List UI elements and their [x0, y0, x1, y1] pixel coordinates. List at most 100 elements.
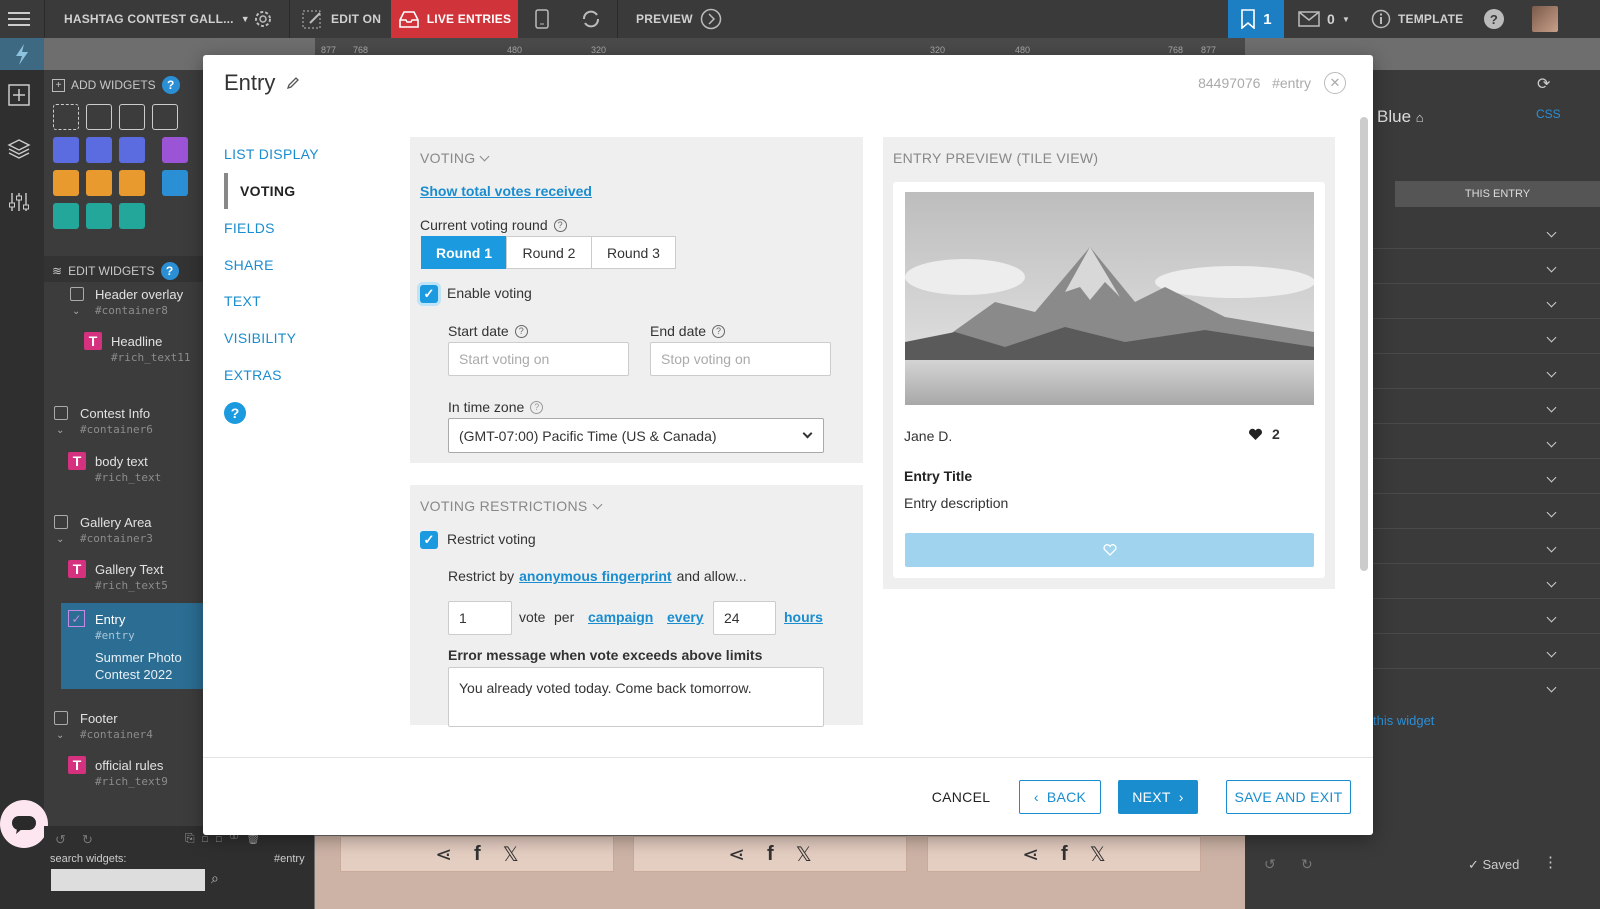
- tab-this-entry[interactable]: THIS ENTRY: [1395, 181, 1600, 207]
- live-entries-button[interactable]: LIVE ENTRIES: [391, 0, 518, 38]
- undo-icon[interactable]: ↺: [1264, 856, 1276, 873]
- next-button[interactable]: NEXT ›: [1118, 780, 1198, 814]
- chevron-down-icon[interactable]: ⌄: [56, 730, 64, 741]
- widget-link-icon[interactable]: [86, 170, 112, 196]
- hours-link[interactable]: hours: [784, 609, 823, 625]
- close-icon[interactable]: ✕: [1324, 72, 1346, 94]
- chevron-down-icon[interactable]: [1546, 539, 1557, 554]
- checkbox[interactable]: [54, 711, 68, 725]
- enable-voting-checkbox[interactable]: ✓: [420, 285, 438, 303]
- chevron-down-icon[interactable]: [1546, 469, 1557, 484]
- cancel-button[interactable]: CANCEL: [925, 780, 997, 814]
- lightning-icon[interactable]: [0, 38, 44, 70]
- template-button[interactable]: TEMPLATE: [1371, 0, 1463, 38]
- chevron-down-icon[interactable]: [1546, 609, 1557, 624]
- chevron-down-icon[interactable]: [1546, 574, 1557, 589]
- nav-text[interactable]: TEXT: [224, 293, 261, 309]
- search-input[interactable]: [51, 869, 205, 891]
- chevron-down-icon[interactable]: [1546, 224, 1557, 239]
- nav-voting[interactable]: VOTING: [240, 183, 295, 199]
- refresh-icon[interactable]: ⟳: [1537, 74, 1550, 94]
- more-icon[interactable]: ⋮: [1543, 853, 1558, 871]
- help-button[interactable]: ?: [1484, 0, 1504, 38]
- campaign-title-dropdown[interactable]: HASHTAG CONTEST GALL... ▼: [64, 0, 250, 38]
- campaign-link[interactable]: campaign: [588, 609, 653, 625]
- this-widget-link[interactable]: this widget: [1373, 713, 1434, 728]
- voting-restrictions-header[interactable]: VOTING RESTRICTIONS: [420, 498, 602, 514]
- end-date-input[interactable]: Stop voting on: [650, 342, 831, 376]
- start-date-input[interactable]: Start voting on: [448, 342, 629, 376]
- menu-icon[interactable]: [8, 0, 30, 38]
- round-2-button[interactable]: Round 2: [506, 236, 592, 269]
- every-link[interactable]: every: [667, 609, 704, 625]
- chevron-down-icon[interactable]: ⌄: [56, 425, 64, 436]
- back-button[interactable]: ‹ BACK: [1019, 780, 1101, 814]
- vote-count-input[interactable]: 1: [448, 601, 512, 635]
- nav-fields[interactable]: FIELDS: [224, 220, 275, 236]
- timezone-select[interactable]: (GMT-07:00) Pacific Time (US & Canada): [448, 418, 824, 453]
- widget-share-icon[interactable]: [119, 170, 145, 196]
- add-icon[interactable]: [8, 84, 30, 109]
- pencil-icon[interactable]: [285, 75, 301, 91]
- modal-scrollbar[interactable]: [1360, 117, 1368, 571]
- search-icon[interactable]: ⌕: [211, 870, 219, 887]
- mobile-view-icon[interactable]: [535, 0, 549, 38]
- round-3-button[interactable]: Round 3: [591, 236, 676, 269]
- chevron-down-icon[interactable]: [1546, 364, 1557, 379]
- restrict-voting-checkbox[interactable]: ✓: [420, 531, 438, 549]
- checkbox[interactable]: [70, 287, 84, 301]
- chevron-down-icon[interactable]: [1546, 434, 1557, 449]
- widget-form-icon[interactable]: [53, 137, 79, 163]
- checkbox[interactable]: [54, 406, 68, 420]
- widget-list-icon[interactable]: [53, 170, 79, 196]
- voting-header[interactable]: VOTING: [420, 150, 490, 166]
- nav-extras[interactable]: EXTRAS: [224, 367, 282, 383]
- chevron-down-icon[interactable]: [1546, 399, 1557, 414]
- widget-stack-icon[interactable]: [152, 104, 178, 130]
- save-and-exit-button[interactable]: SAVE AND EXIT: [1226, 780, 1351, 814]
- show-total-votes-link[interactable]: Show total votes received: [420, 183, 592, 199]
- widget-entry-icon[interactable]: [162, 137, 188, 163]
- widget-chart-icon[interactable]: [119, 203, 145, 229]
- widget-three-column-icon[interactable]: [119, 104, 145, 130]
- error-message-textarea[interactable]: You already voted today. Come back tomor…: [448, 667, 824, 727]
- widget-code-icon[interactable]: [86, 203, 112, 229]
- chevron-down-icon[interactable]: [1546, 294, 1557, 309]
- refresh-icon[interactable]: [580, 0, 602, 38]
- nav-list-display[interactable]: LIST DISPLAY: [224, 146, 319, 162]
- fingerprint-link[interactable]: anonymous fingerprint: [519, 568, 671, 584]
- widget-crop-icon[interactable]: [119, 137, 145, 163]
- chevron-down-icon[interactable]: [1546, 259, 1557, 274]
- chevron-down-icon[interactable]: [1546, 679, 1557, 694]
- settings-gear-icon[interactable]: [252, 0, 274, 38]
- chevron-down-icon[interactable]: ⌄: [72, 306, 80, 317]
- widget-media-icon[interactable]: [53, 203, 79, 229]
- chevron-down-icon[interactable]: [1546, 329, 1557, 344]
- round-1-button[interactable]: Round 1: [421, 236, 507, 269]
- edit-on-toggle[interactable]: EDIT ON: [302, 0, 381, 38]
- chevron-down-icon[interactable]: ⌄: [56, 534, 64, 545]
- chat-support-icon[interactable]: [0, 800, 48, 848]
- preview-button[interactable]: PREVIEW: [636, 0, 722, 38]
- css-link[interactable]: CSS: [1536, 107, 1561, 121]
- redo-icon[interactable]: ↻: [82, 832, 93, 848]
- avatar[interactable]: [1532, 0, 1558, 38]
- help-icon[interactable]: ?: [224, 402, 246, 424]
- sliders-icon[interactable]: [8, 191, 30, 216]
- widget-timer-icon[interactable]: [162, 170, 188, 196]
- help-icon[interactable]: ?: [160, 262, 179, 280]
- undo-icon[interactable]: ↺: [55, 832, 66, 848]
- mail-dropdown[interactable]: 0 ▼: [1298, 0, 1350, 38]
- redo-icon[interactable]: ↻: [1301, 856, 1313, 873]
- nav-share[interactable]: SHARE: [224, 257, 274, 273]
- widget-container-icon[interactable]: [53, 104, 79, 130]
- vote-button[interactable]: [905, 533, 1314, 567]
- help-icon[interactable]: ?: [161, 76, 180, 94]
- bookmark-count-button[interactable]: 1: [1228, 0, 1284, 38]
- widget-button-icon[interactable]: [86, 137, 112, 163]
- hours-input[interactable]: 24: [713, 601, 776, 635]
- checkbox[interactable]: [54, 515, 68, 529]
- layers-icon[interactable]: [7, 138, 31, 163]
- nav-visibility[interactable]: VISIBILITY: [224, 330, 296, 346]
- widget-two-column-icon[interactable]: [86, 104, 112, 130]
